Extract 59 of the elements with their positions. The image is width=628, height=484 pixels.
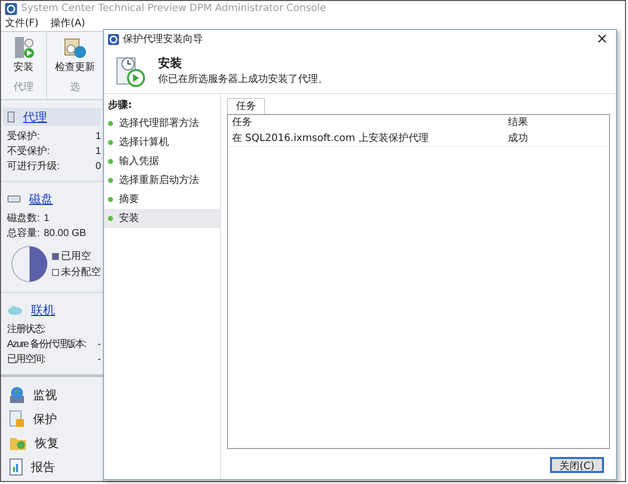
server-icon [7,111,15,123]
cloud-icon [7,305,23,315]
stat-label: 注册状态: [7,323,45,336]
stat-label: 受保护: [7,130,40,143]
globe-monitor-icon [9,386,25,404]
nav-item[interactable]: 报告 [9,457,95,477]
tab[interactable]: 任务 [227,98,265,114]
report-icon [9,458,23,476]
section-link[interactable]: 磁盘 [29,190,53,208]
menu-item[interactable]: 操作(A) [50,16,86,32]
close-button[interactable]: × [596,32,608,46]
stat-label: 总容量: [7,227,40,240]
nav-item[interactable]: 保护 [9,409,95,429]
ribbon-group-label: 选 [70,80,80,95]
column-header: 结果 [508,116,528,130]
table-row[interactable]: 在 SQL2016.ixmsoft.com 上安装保护代理 成功 [228,130,609,147]
wizard-step[interactable]: 摘要 [104,190,220,209]
pie-chart-icon [11,244,48,284]
stat-label: 不受保护: [7,145,50,158]
lock-document-icon [9,410,25,428]
wizard-step[interactable]: 选择重新启动方法 [104,171,220,190]
column-header: 任务 [232,116,253,130]
stat-value: 80.00 GB [44,227,86,240]
wizard-step[interactable]: 安装 [104,209,220,228]
stat-value: 1 [95,130,101,143]
legend-label: 已用空 [61,250,91,264]
ribbon-button[interactable]: 安装 [10,32,36,75]
wizard-step[interactable]: 输入凭据 [104,152,220,171]
step-description: 你已在所选服务器上成功安装了代理。 [158,72,328,87]
app-icon [5,2,17,15]
close-dialog-button[interactable]: 关闭(C) [550,457,604,473]
section-link[interactable]: 联机 [31,301,55,319]
stat-value: 1 [95,145,101,158]
legend-label: 未分配空 [61,266,101,280]
stat-label: Azure 备份代理版本: [7,338,86,351]
stat-label: 磁盘数: [7,212,40,225]
ribbon-button[interactable]: 检查更新 [55,32,95,75]
update-check-icon [62,36,88,60]
stat-label: 可进行升级: [7,160,60,173]
stat-label: 已用空间: [7,353,45,366]
wizard-step[interactable]: 选择代理部署方法 [104,114,220,133]
steps-label: 步骤: [107,98,133,113]
step-heading: 安装 [158,55,183,72]
ribbon-group-label: 代理 [14,81,34,95]
stat-value: 0 [95,160,101,173]
nav-item[interactable]: 监视 [9,385,95,405]
folder-icon [9,435,27,451]
table-cell-text: 在 SQL2016.ixmsoft.com 上安装保护代理 [232,132,430,146]
nav-item[interactable]: 恢复 [9,433,95,453]
window-title: System Center Technical Preview DPM Administrator Console [21,2,326,16]
table-cell-text: 成功 [508,132,528,146]
wizard-step[interactable]: 选择计算机 [104,133,220,152]
dialog-title: 保护代理安装向导 [123,32,203,46]
stat-value: - [98,353,101,366]
stat-value: - [98,338,101,351]
menu-item[interactable]: 文件(F) [5,16,39,32]
stat-value: 1 [44,212,50,225]
dialog-icon [108,34,119,44]
disk-drive-icon [7,195,21,203]
